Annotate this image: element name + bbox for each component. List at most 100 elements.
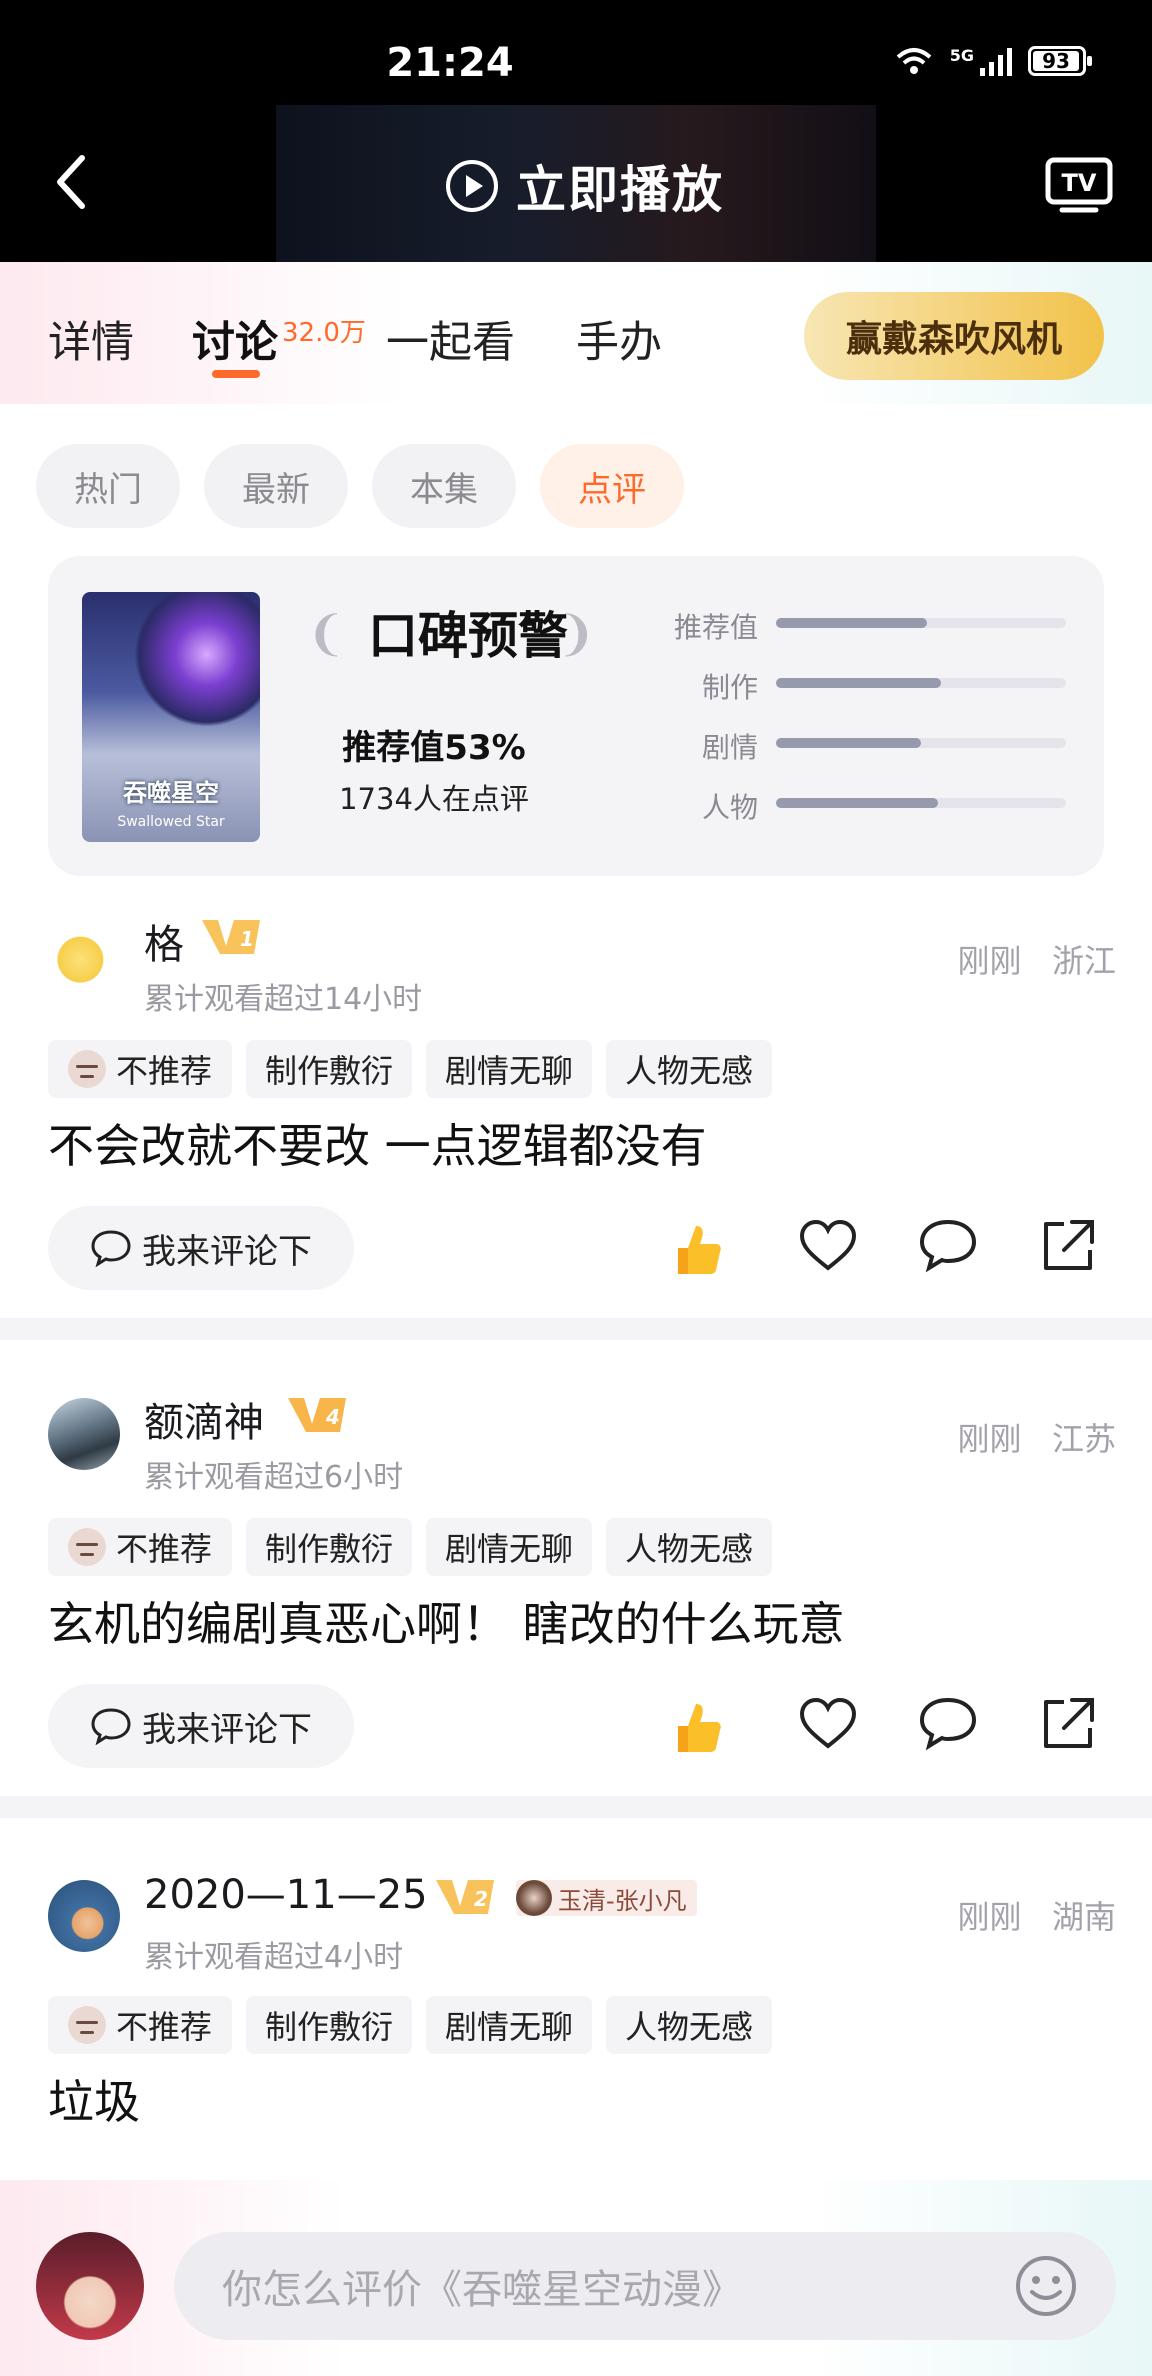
thumbs-up-icon[interactable] — [664, 1218, 728, 1282]
location: 江苏 — [1051, 1420, 1116, 1458]
metric-label: 人物 — [701, 791, 758, 824]
reply-button[interactable]: 我来评论下 — [48, 1206, 354, 1290]
metric-bar — [776, 618, 1066, 628]
tab-watch-together[interactable]: 一起看 — [386, 308, 515, 370]
status-icons: 5G 93 — [894, 46, 1092, 76]
time-location: 刚刚 江苏 — [957, 1414, 1116, 1460]
username[interactable]: 2020—11—25 — [144, 1872, 428, 1918]
comment-icon[interactable] — [916, 1214, 980, 1278]
comment-text: 玄机的编剧真恶心啊！ 瞎改的什么玩意 — [48, 1597, 845, 1651]
reply-label: 我来评论下 — [142, 1709, 312, 1750]
reply-button[interactable]: 我来评论下 — [48, 1684, 354, 1768]
vip-level: 4 — [325, 1405, 340, 1429]
my-avatar[interactable] — [36, 2232, 144, 2340]
filter-latest[interactable]: 最新 — [204, 444, 348, 528]
tab-details[interactable]: 详情 — [48, 308, 134, 370]
avatar[interactable] — [48, 920, 120, 992]
filter-episode[interactable]: 本集 — [372, 444, 516, 528]
play-now-button[interactable]: 立即播放 — [444, 150, 724, 222]
discussion-count: 32.0万 — [282, 318, 366, 348]
comment-text: 不会改就不要改 一点逻辑都没有 — [48, 1119, 707, 1173]
tag-item: 人物无感 — [606, 1996, 772, 2054]
metric-bar-fill — [776, 798, 939, 808]
reply-label: 我来评论下 — [142, 1231, 312, 1272]
speech-bubble-icon — [91, 1230, 131, 1268]
metric-label: 剧情 — [701, 731, 758, 764]
tag-label: 不推荐 — [115, 2008, 212, 2046]
play-now-label: 立即播放 — [516, 161, 724, 219]
metric-bar-fill — [776, 678, 942, 688]
tag-not-recommend: 不推荐 — [48, 1996, 232, 2054]
tag-not-recommend: 不推荐 — [48, 1518, 232, 1576]
username[interactable]: 格 — [144, 912, 184, 970]
location: 湖南 — [1051, 1898, 1116, 1936]
tv-cast-icon[interactable]: TV — [1044, 156, 1114, 216]
wifi-icon — [896, 48, 932, 74]
filter-review[interactable]: 点评 — [540, 444, 684, 528]
post-time: 刚刚 — [957, 942, 1022, 980]
metric-bar-fill — [776, 618, 927, 628]
recommend-percent: 推荐值53% — [342, 728, 526, 768]
svg-text:TV: TV — [1062, 169, 1097, 197]
metric-label: 制作 — [701, 671, 758, 704]
watch-duration: 累计观看超过6小时 — [144, 1460, 404, 1495]
tag-not-recommend: 不推荐 — [48, 1040, 232, 1098]
heart-icon[interactable] — [796, 1692, 860, 1756]
show-poster[interactable]: 吞噬星空 Swallowed Star — [82, 592, 260, 842]
battery-icon: 93 — [1028, 46, 1092, 76]
vip-level-badge-icon: 4 — [288, 1398, 346, 1432]
heart-icon[interactable] — [796, 1214, 860, 1278]
comment-icon[interactable] — [916, 1692, 980, 1756]
tag-item: 制作敷衍 — [246, 1996, 412, 2054]
metric-bar — [776, 678, 1066, 688]
metric-bar — [776, 798, 1066, 808]
avatar[interactable] — [48, 1880, 120, 1952]
watch-duration: 累计观看超过14小时 — [144, 982, 423, 1017]
vip-level-badge-icon: 2 — [436, 1880, 494, 1914]
tag-label: 不推荐 — [115, 1052, 212, 1090]
network-type: 5G — [949, 46, 974, 65]
post-time: 刚刚 — [957, 1420, 1022, 1458]
emoji-icon[interactable] — [1012, 2252, 1080, 2320]
active-tab-indicator — [212, 370, 260, 378]
video-header: 21:24 5G 93 立即播放 TV — [0, 0, 1152, 262]
fan-badge-label: 玉清-张小凡 — [558, 1886, 687, 1915]
metric-label: 推荐值 — [673, 611, 758, 644]
back-arrow-icon[interactable] — [52, 152, 92, 212]
rating-card[interactable]: 吞噬星空 Swallowed Star ❨ ❩ 口碑预警 推荐值53% 1734… — [48, 556, 1104, 876]
fan-badge-avatar — [516, 1880, 552, 1916]
thumbs-up-icon[interactable] — [664, 1696, 728, 1760]
tag-item: 人物无感 — [606, 1518, 772, 1576]
share-icon[interactable] — [1036, 1214, 1100, 1278]
time-location: 刚刚 湖南 — [957, 1892, 1116, 1938]
tab-discussion[interactable]: 讨论 — [192, 308, 278, 370]
frown-face-icon — [67, 1050, 106, 1088]
location: 浙江 — [1051, 942, 1116, 980]
frown-face-icon — [67, 2006, 106, 2044]
avatar[interactable] — [48, 1398, 120, 1470]
tag-item: 剧情无聊 — [426, 1518, 592, 1576]
tag-label: 不推荐 — [115, 1530, 212, 1568]
poster-title: 吞噬星空 — [123, 779, 219, 807]
reviewer-count: 1734人在点评 — [339, 782, 529, 816]
reputation-warning-title: 口碑预警 — [368, 606, 568, 665]
promo-button[interactable]: 赢戴森吹风机 — [804, 292, 1104, 380]
tag-item: 人物无感 — [606, 1040, 772, 1098]
watch-duration: 累计观看超过4小时 — [144, 1940, 404, 1975]
tag-item: 制作敷衍 — [246, 1518, 412, 1576]
play-icon — [446, 160, 498, 212]
review-input[interactable]: 你怎么评价《吞噬星空动漫》 — [174, 2232, 1116, 2340]
filter-hot[interactable]: 热门 — [36, 444, 180, 528]
username[interactable]: 额滴神 — [144, 1390, 264, 1448]
signal-icon — [980, 46, 1012, 76]
comment-text: 垃圾 — [48, 2075, 140, 2129]
divider — [0, 1318, 1152, 1340]
fan-badge: 玉清-张小凡 — [516, 1880, 697, 1916]
divider — [0, 1796, 1152, 1818]
share-icon[interactable] — [1036, 1692, 1100, 1756]
vip-level: 1 — [240, 927, 254, 951]
tag-item: 剧情无聊 — [426, 1040, 592, 1098]
time-location: 刚刚 浙江 — [957, 936, 1116, 982]
tag-item: 制作敷衍 — [246, 1040, 412, 1098]
tab-figures[interactable]: 手办 — [576, 308, 662, 370]
